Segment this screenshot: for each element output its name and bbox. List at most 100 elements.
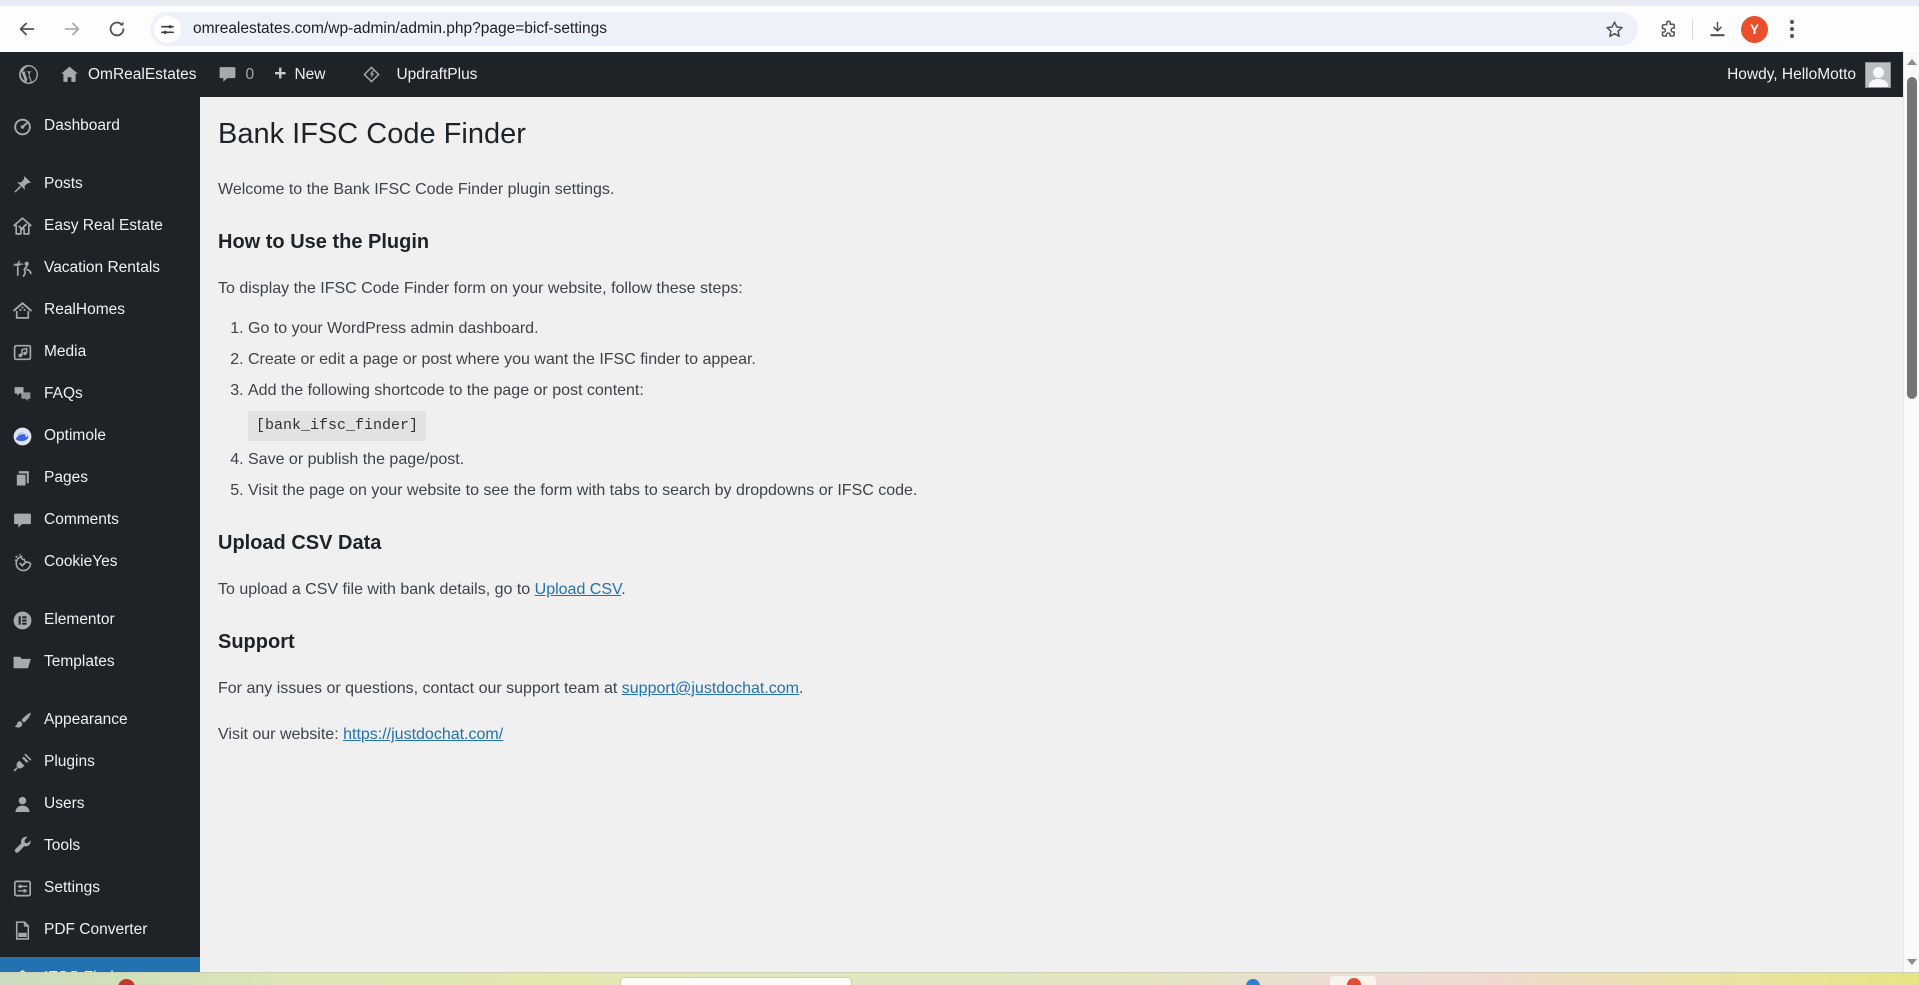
sidebar-item-tools[interactable]: Tools (0, 825, 200, 867)
download-icon[interactable] (1705, 17, 1729, 41)
sliders-icon (12, 878, 33, 899)
upload-csv-heading: Upload CSV Data (218, 532, 382, 554)
wp-admin-bar: OmRealEstates 0 + New UpdraftPlus Howdy,… (0, 52, 1903, 97)
menu-dots-icon[interactable] (1782, 20, 1802, 38)
bookmark-star-icon[interactable] (1602, 17, 1626, 41)
taskbar-sliver (0, 972, 1919, 985)
upload-csv-text: To upload a CSV file with bank details, … (218, 581, 626, 598)
sidebar-item-realhomes[interactable]: RealHomes (0, 289, 200, 331)
taskbar-app-icon-red[interactable] (118, 979, 135, 985)
updraft-label: UpdraftPlus (396, 65, 478, 83)
sidebar-item-faqs[interactable]: FAQs (0, 373, 200, 415)
website-text: Visit our website: https://justdochat.co… (218, 726, 504, 743)
user-avatar (1865, 61, 1891, 88)
step-1: Go to your WordPress admin dashboard. (248, 317, 1863, 341)
page-title: Bank IFSC Code Finder (218, 118, 526, 150)
taskbar-search-box[interactable] (620, 977, 852, 985)
sidebar-item-vacation-rentals[interactable]: Vacation Rentals (0, 247, 200, 289)
shortcode-snippet: [bank_ifsc_finder] (248, 411, 427, 441)
support-email-link[interactable]: support@justdochat.com (622, 680, 799, 697)
step-5: Visit the page on your website to see th… (248, 479, 1863, 503)
palm-person-icon (12, 258, 33, 279)
intro-text: Welcome to the Bank IFSC Code Finder plu… (218, 181, 615, 198)
sidebar-item-media[interactable]: Media (0, 331, 200, 373)
wrench-icon (12, 836, 33, 857)
step-3: Add the following shortcode to the page … (248, 379, 1863, 441)
sidebar-item-templates[interactable]: Templates (0, 641, 200, 683)
how-to-steps: Go to your WordPress admin dashboard. Cr… (234, 317, 1863, 503)
admin-bar-updraftplus[interactable]: UpdraftPlus (351, 64, 487, 85)
new-label: New (294, 65, 326, 83)
taskbar-app-icon-orange[interactable] (1347, 978, 1361, 985)
site-link[interactable]: OmRealEstates (49, 64, 207, 85)
sidebar-item-elementor[interactable]: Elementor (0, 599, 200, 641)
optimole-logo-icon (12, 426, 33, 447)
sidebar-item-ifsc-finder[interactable]: IFSC Finder (0, 957, 200, 972)
paintbrush-icon (12, 710, 33, 731)
website-link[interactable]: https://justdochat.com/ (343, 726, 503, 743)
plugin-settings-page: Bank IFSC Code Finder Welcome to the Ban… (200, 97, 1903, 972)
scrollbar-thumb[interactable] (1907, 77, 1917, 399)
sidebar-item-pdf-converter[interactable]: PDF Converter (0, 909, 200, 951)
step-2: Create or edit a page or post where you … (248, 348, 1863, 372)
back-icon[interactable] (10, 12, 44, 46)
elementor-e-icon (12, 610, 33, 631)
sidebar-item-optimole[interactable]: Optimole (0, 415, 200, 457)
sidebar-item-settings[interactable]: Settings (0, 867, 200, 909)
admin-bar-new[interactable]: + New (264, 62, 335, 85)
comment-count: 0 (245, 65, 255, 83)
plug-icon (12, 752, 33, 773)
support-heading: Support (218, 631, 295, 653)
cookie-check-icon (12, 552, 33, 573)
taskbar-app-icon-blue[interactable] (1246, 979, 1260, 985)
dashboard-icon (12, 116, 33, 137)
scroll-up-arrow[interactable] (1904, 54, 1919, 70)
pushpin-icon (12, 174, 33, 195)
browser-chrome: omrealestates.com/wp-admin/admin.php?pag… (0, 0, 1919, 52)
how-to-lead: To display the IFSC Code Finder form on … (218, 280, 743, 297)
toolbar-divider (1692, 19, 1693, 39)
sidebar-item-users[interactable]: Users (0, 783, 200, 825)
howdy-text: Howdy, HelloMotto (1727, 65, 1856, 83)
plus-icon: + (274, 62, 287, 85)
folder-icon (12, 652, 33, 673)
pdf-document-icon (12, 920, 33, 941)
url-text[interactable]: omrealestates.com/wp-admin/admin.php?pag… (193, 20, 1602, 38)
browser-toolbar: omrealestates.com/wp-admin/admin.php?pag… (0, 6, 1919, 52)
sidebar-item-easy-real-estate[interactable]: Easy Real Estate (0, 205, 200, 247)
step-4: Save or publish the page/post. (248, 448, 1863, 472)
wordpress-logo-icon[interactable] (8, 64, 49, 85)
site-info-icon[interactable] (154, 15, 181, 43)
wp-sidebar-menu: Dashboard Posts Easy Real Estate Vacatio… (0, 97, 200, 972)
address-bar[interactable]: omrealestates.com/wp-admin/admin.php?pag… (150, 12, 1638, 46)
upload-csv-link[interactable]: Upload CSV (535, 581, 622, 598)
profile-avatar[interactable]: Y (1741, 15, 1768, 43)
sidebar-item-plugins[interactable]: Plugins (0, 741, 200, 783)
house-icon (12, 300, 33, 321)
sidebar-item-dashboard[interactable]: Dashboard (0, 105, 200, 147)
admin-bar-comments[interactable]: 0 (207, 64, 265, 85)
house-check-icon (12, 216, 33, 237)
reload-icon[interactable] (100, 12, 134, 46)
sidebar-item-posts[interactable]: Posts (0, 163, 200, 205)
how-to-heading: How to Use the Plugin (218, 231, 430, 253)
comments-bubble-icon (219, 67, 235, 82)
comment-bubble-icon (12, 510, 33, 531)
home-icon (61, 66, 78, 82)
media-note-icon (12, 342, 33, 363)
admin-bar-left: OmRealEstates 0 + New UpdraftPlus (0, 62, 487, 85)
site-name: OmRealEstates (88, 65, 197, 83)
forward-icon[interactable] (55, 12, 89, 46)
support-text: For any issues or questions, contact our… (218, 680, 804, 697)
admin-bar-account[interactable]: Howdy, HelloMotto (1727, 61, 1903, 88)
page-scrollbar[interactable] (1903, 52, 1919, 972)
user-icon (12, 794, 33, 815)
extensions-icon[interactable] (1656, 17, 1680, 41)
updraft-diamond-icon (363, 66, 381, 83)
sidebar-item-appearance[interactable]: Appearance (0, 699, 200, 741)
sidebar-item-cookieyes[interactable]: CookieYes (0, 541, 200, 583)
sidebar-item-pages[interactable]: Pages (0, 457, 200, 499)
chat-bubbles-icon (12, 384, 33, 405)
scroll-down-arrow[interactable] (1904, 954, 1919, 970)
sidebar-item-comments[interactable]: Comments (0, 499, 200, 541)
